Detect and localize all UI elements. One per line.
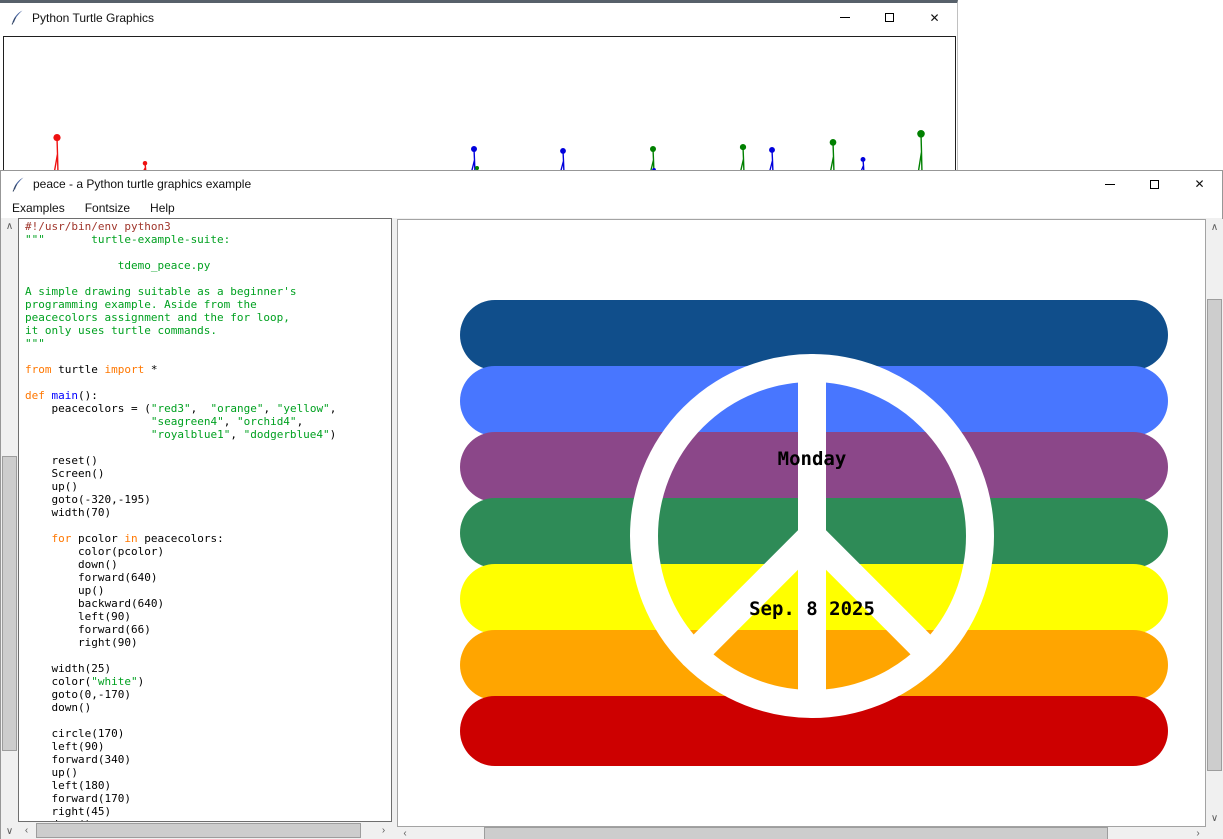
code-vertical-scrollbar[interactable]: ∧ ∨ xyxy=(1,218,18,839)
code-line: reset() xyxy=(25,454,391,467)
peace-drawing: Monday Sep. 8 2025 xyxy=(398,220,1205,826)
code-line xyxy=(25,519,391,532)
code-line: width(25) xyxy=(25,662,391,675)
code-line: Screen() xyxy=(25,467,391,480)
window-title: peace - a Python turtle graphics example xyxy=(33,177,251,191)
code-line: backward(640) xyxy=(25,597,391,610)
code-line: up() xyxy=(25,766,391,779)
code-line: programming example. Aside from the xyxy=(25,298,391,311)
code-line: def main(): xyxy=(25,389,391,402)
close-icon: ✕ xyxy=(1194,178,1204,190)
window-title: Python Turtle Graphics xyxy=(32,11,154,25)
menu-fontsize[interactable]: Fontsize xyxy=(75,197,140,218)
code-line: tdemo_peace.py xyxy=(25,259,391,272)
code-line xyxy=(25,272,391,285)
peace-window: peace - a Python turtle graphics example… xyxy=(0,170,1223,839)
tk-feather-icon xyxy=(12,177,25,192)
code-line: from turtle import * xyxy=(25,363,391,376)
code-line: """ turtle-example-suite: xyxy=(25,233,391,246)
code-line: #!/usr/bin/env python3 xyxy=(25,220,391,233)
minimize-icon xyxy=(840,17,850,18)
scroll-right-icon[interactable]: › xyxy=(375,822,392,839)
canvas-label-0: Monday xyxy=(778,448,847,470)
code-line: it only uses turtle commands. xyxy=(25,324,391,337)
code-line: forward(170) xyxy=(25,792,391,805)
code-line: for pcolor in peacecolors: xyxy=(25,532,391,545)
code-line: goto(0,-170) xyxy=(25,688,391,701)
canvas-vscroll-thumb[interactable] xyxy=(1207,299,1222,771)
tk-feather-icon xyxy=(11,10,24,25)
maximize-icon xyxy=(1150,180,1159,189)
scrollbar-corner xyxy=(1206,827,1223,839)
menubar: Examples Fontsize Help xyxy=(1,197,1222,218)
code-line: """ xyxy=(25,337,391,350)
code-line: peacecolors assignment and the for loop, xyxy=(25,311,391,324)
minimize-button[interactable] xyxy=(822,3,867,32)
code-line: right(45) xyxy=(25,805,391,818)
close-icon: ✕ xyxy=(929,12,939,24)
code-line: forward(640) xyxy=(25,571,391,584)
code-line: circle(170) xyxy=(25,727,391,740)
code-horizontal-scrollbar[interactable]: ‹ › xyxy=(18,822,392,839)
scroll-down-icon[interactable]: ∨ xyxy=(1,823,18,839)
code-line: width(70) xyxy=(25,506,391,519)
menu-help[interactable]: Help xyxy=(140,197,185,218)
desktop: Python Turtle Graphics ✕ peace - a Pytho… xyxy=(0,0,1223,839)
canvas-label-1: Sep. 8 2025 xyxy=(749,598,875,620)
canvas-horizontal-scrollbar[interactable]: ‹ › xyxy=(397,827,1206,839)
scroll-left-icon[interactable]: ‹ xyxy=(18,822,35,839)
code-line: up() xyxy=(25,584,391,597)
maximize-button[interactable] xyxy=(867,3,912,32)
code-line: color(pcolor) xyxy=(25,545,391,558)
code-line: left(90) xyxy=(25,740,391,753)
code-line: "seagreen4", "orchid4", xyxy=(25,415,391,428)
scroll-up-icon[interactable]: ∧ xyxy=(1206,219,1223,236)
scroll-down-icon[interactable]: ∨ xyxy=(1206,810,1223,827)
code-line xyxy=(25,441,391,454)
canvas-vertical-scrollbar[interactable]: ∧ ∨ xyxy=(1206,219,1223,827)
code-line xyxy=(25,350,391,363)
turtle-graphics-window: Python Turtle Graphics ✕ xyxy=(0,0,958,176)
code-line: "royalblue1", "dodgerblue4") xyxy=(25,428,391,441)
maximize-icon xyxy=(885,13,894,22)
code-line: goto(-320,-195) xyxy=(25,493,391,506)
code-line: color("white") xyxy=(25,675,391,688)
code-line: A simple drawing suitable as a beginner'… xyxy=(25,285,391,298)
code-line: up() xyxy=(25,480,391,493)
code-line: down() xyxy=(25,701,391,714)
code-line: left(180) xyxy=(25,779,391,792)
code-line: forward(340) xyxy=(25,753,391,766)
code-line: right(90) xyxy=(25,636,391,649)
menu-examples[interactable]: Examples xyxy=(2,197,75,218)
code-line: down() xyxy=(25,558,391,571)
scroll-right-icon[interactable]: › xyxy=(1190,827,1206,839)
code-line xyxy=(25,649,391,662)
close-button[interactable]: ✕ xyxy=(1177,171,1222,197)
scroll-up-icon[interactable]: ∧ xyxy=(1,218,18,235)
graphics-canvas: Monday Sep. 8 2025 xyxy=(397,219,1206,827)
close-button[interactable]: ✕ xyxy=(912,3,957,32)
code-line xyxy=(25,714,391,727)
turtle-graphics-titlebar[interactable]: Python Turtle Graphics ✕ xyxy=(0,3,957,32)
source-code-pane[interactable]: #!/usr/bin/env python3""" turtle-example… xyxy=(18,218,392,822)
code-line: left(90) xyxy=(25,610,391,623)
code-line xyxy=(25,376,391,389)
scroll-left-icon[interactable]: ‹ xyxy=(397,827,413,839)
minimize-button[interactable] xyxy=(1087,171,1132,197)
canvas-hscroll-thumb[interactable] xyxy=(484,827,1108,839)
maximize-button[interactable] xyxy=(1132,171,1177,197)
code-line xyxy=(25,246,391,259)
code-line: forward(66) xyxy=(25,623,391,636)
code-hscroll-thumb[interactable] xyxy=(36,823,361,838)
turtle-graphics-canvas xyxy=(3,36,956,179)
code-vscroll-thumb[interactable] xyxy=(2,456,17,751)
turtle-figures xyxy=(4,37,955,178)
code-line: peacecolors = ("red3", "orange", "yellow… xyxy=(25,402,391,415)
code-text: #!/usr/bin/env python3""" turtle-example… xyxy=(19,219,391,822)
minimize-icon xyxy=(1105,184,1115,185)
peace-titlebar[interactable]: peace - a Python turtle graphics example… xyxy=(1,171,1222,197)
